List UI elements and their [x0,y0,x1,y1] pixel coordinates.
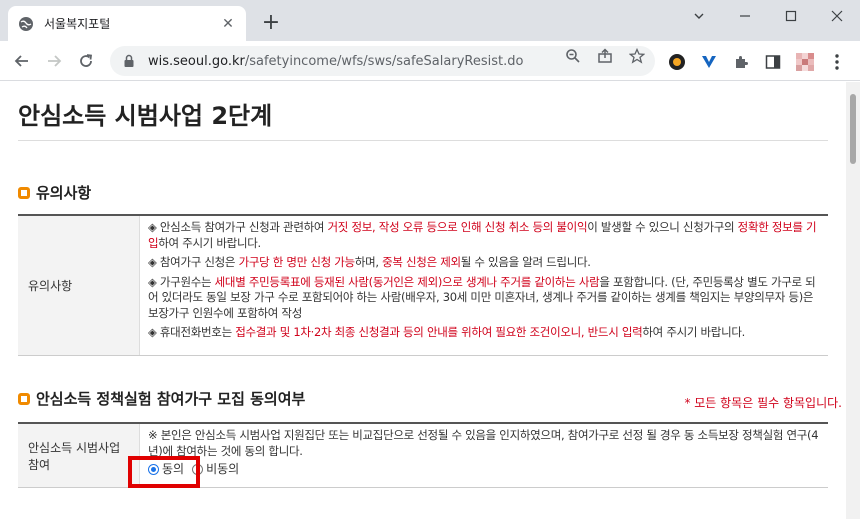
highlight-box [128,456,200,488]
radio-disagree-label: 비동의 [206,462,240,476]
reload-button[interactable] [72,47,100,75]
globe-icon [19,16,33,31]
share-icon[interactable] [597,48,613,64]
reload-icon [80,54,93,67]
arrow-left-icon [14,55,28,67]
title-divider [18,140,828,141]
back-button[interactable] [8,47,36,75]
table-row: 유의사항 ◈ 안심소득 참여가구 신청과 관련하여 거짓 정보, 작성 오류 등… [18,216,828,356]
row-label-line: 안심소득 시범사업 [28,440,121,455]
row-label-consent: 안심소득 시범사업 참여 [18,424,140,487]
url-host: wis.seoul.go.kr [148,53,245,69]
arrow-right-icon [48,55,62,67]
avatar[interactable] [796,53,814,71]
url-path: /safetyincome/wfs/sws/safeSalaryResist.d… [244,53,524,69]
notice-text: ◈ 참여가구 신청은 [148,255,239,269]
notice-item: ◈ 참여가구 신청은 가구당 한 명만 신청 가능하며, 중복 신청은 제외될 … [148,255,820,271]
v-extension-icon[interactable] [700,53,718,71]
lock-icon [124,54,134,67]
notice-text: 하여 주시기 바랍니다. [642,325,745,339]
notice-emphasis: 중복 신청은 제외 [382,255,461,269]
notice-item: ◈ 안심소득 참여가구 신청과 관련하여 거짓 정보, 작성 오류 등으로 인해… [148,220,820,251]
row-label-notice: 유의사항 [18,216,140,355]
maximize-button[interactable] [768,0,814,32]
notice-text: 될 수 있음을 알려 드립니다. [460,255,591,269]
chevron-down-icon[interactable] [676,0,722,32]
notice-text: 하며, [354,255,383,269]
notice-text: ◈ 안심소득 참여가구 신청과 관련하여 [148,220,328,234]
consent-content: ※ 본인은 안심소득 시범사업 지원집단 또는 비교집단으로 선정될 수 있음을… [140,424,828,487]
section-bullet-icon [18,392,30,405]
notice-item: ◈ 가구원수는 세대별 주민등록표에 등재된 사람(동거인은 제외)으로 생계나… [148,275,820,322]
consent-text: ※ 본인은 안심소득 시범사업 지원집단 또는 비교집단으로 선정될 수 있음을… [148,428,819,458]
notice-table: 유의사항 ◈ 안심소득 참여가구 신청과 관련하여 거짓 정보, 작성 오류 등… [18,214,828,356]
section-heading-text: 유의사항 [36,184,92,202]
zoom-icon[interactable] [565,48,581,64]
section-bullet-icon [18,186,30,199]
notice-text: 하여 주시기 바랍니다. [158,235,261,250]
scroll-thumb[interactable] [850,94,856,164]
page-scrollbar[interactable] [846,82,860,519]
section-heading-text: 안심소득 정책실험 참여가구 모집 동의여부 [36,390,306,408]
forward-button[interactable] [40,47,68,75]
page-content: 안심소득 시범사업 2단계 유의사항 유의사항 ◈ 안심소득 참여가구 신청과 … [0,82,846,519]
section-heading-consent: 안심소득 정책실험 참여가구 모집 동의여부 [18,388,305,409]
page-title: 안심소득 시범사업 2단계 [18,102,273,130]
consent-radio-group: 동의 비동의 [148,462,820,478]
close-tab-icon[interactable]: ✕ [220,16,236,32]
star-icon[interactable] [629,48,645,64]
browser-tab[interactable]: 서울복지포털 ✕ [8,6,246,41]
notice-emphasis: 접수결과 및 1차·2차 최종 신청결과 등의 안내를 위하여 필요한 조건이오… [235,325,643,339]
notice-text: 이 발생할 수 있으니 신청가구의 [587,220,738,234]
extension-icon[interactable] [668,53,686,71]
notice-text: ◈ 가구원수는 [148,274,215,289]
row-label-line: 참여 [28,457,51,472]
side-panel-icon[interactable] [764,53,782,71]
tab-title: 서울복지포털 [44,17,111,31]
notice-emphasis: 거짓 정보, 작성 오류 등으로 인해 신청 취소 등의 불이익 [327,220,588,234]
notice-item: ◈ 휴대전화번호는 접수결과 및 1차·2차 최종 신청결과 등의 안내를 위하… [148,325,820,341]
notice-content: ◈ 안심소득 참여가구 신청과 관련하여 거짓 정보, 작성 오류 등으로 인해… [140,216,828,355]
browser-tab-strip: 서울복지포털 ✕ + [0,0,860,41]
notice-emphasis: 가구당 한 명만 신청 가능 [238,255,356,269]
section-heading-notice: 유의사항 [18,182,91,203]
browser-toolbar: wis.seoul.go.kr/safetyincome/wfs/sws/saf… [0,41,860,81]
close-window-button[interactable] [814,0,860,32]
notice-text: ◈ 휴대전화번호는 [148,325,236,339]
menu-dots-icon[interactable] [828,53,846,71]
minimize-button[interactable] [722,0,768,32]
new-tab-button[interactable]: + [258,10,284,36]
required-fields-note: * 모든 항목은 필수 항목입니다. [684,396,842,410]
puzzle-icon[interactable] [732,53,750,71]
notice-emphasis: 세대별 주민등록표에 등재된 사람(동거인은 제외)으로 생계나 주거를 같이하… [214,274,600,289]
